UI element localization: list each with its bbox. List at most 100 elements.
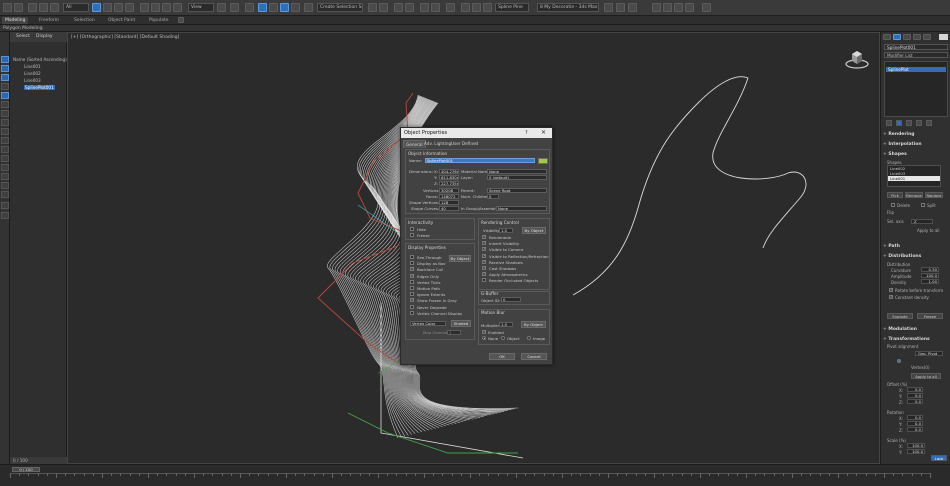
- pivot-align-widget[interactable]: [897, 359, 901, 363]
- curvature-field[interactable]: 0.30: [921, 267, 939, 272]
- render-prop-checkbox[interactable]: [482, 278, 486, 283]
- rect-selection-icon[interactable]: [114, 3, 123, 12]
- make-unique-icon[interactable]: [906, 120, 912, 126]
- explorer-item-line003[interactable]: Line003: [24, 78, 41, 83]
- shapes-filter-icon[interactable]: [1, 101, 9, 108]
- spinner-snap-icon[interactable]: [291, 3, 300, 12]
- display-prop-checkbox[interactable]: [410, 286, 414, 290]
- filter-icon[interactable]: [1, 202, 9, 209]
- display-all-icon[interactable]: [1, 74, 9, 81]
- explorer-tab-display[interactable]: Display: [36, 34, 53, 39]
- schematic-view-icon[interactable]: [431, 3, 440, 12]
- rollout-distributions[interactable]: Distributions: [883, 254, 949, 260]
- rollout-shapes[interactable]: Shapes: [883, 152, 949, 158]
- rollout-interpolation[interactable]: Interpolation: [883, 142, 949, 148]
- object-name-field[interactable]: Spline Pine: [495, 3, 529, 12]
- place-icon[interactable]: [173, 3, 182, 12]
- move-icon[interactable]: [140, 3, 149, 12]
- percent-snap-icon[interactable]: [280, 3, 289, 12]
- link-icon[interactable]: [28, 3, 37, 12]
- render-prop-checkbox[interactable]: ✓: [482, 247, 486, 252]
- scale-icon[interactable]: [162, 3, 171, 12]
- selection-filter-dropdown[interactable]: All: [63, 3, 89, 12]
- new-icon[interactable]: [685, 3, 694, 12]
- display-prop-checkbox[interactable]: [410, 261, 414, 266]
- create-tab-icon[interactable]: [883, 34, 891, 40]
- mirror-icon[interactable]: [368, 3, 377, 12]
- explorer-header-name[interactable]: Name (Sorted Ascending): [13, 57, 67, 62]
- align-icon[interactable]: [379, 3, 388, 12]
- remove-modifier-icon[interactable]: [916, 120, 922, 126]
- render-prop-checkbox[interactable]: ✓: [482, 253, 486, 258]
- multiplier-field[interactable]: 1.0: [499, 322, 513, 327]
- command-object-name[interactable]: SplinePlot001: [884, 44, 948, 50]
- redo-icon[interactable]: [14, 3, 23, 12]
- explorer-item-line002[interactable]: Line002: [24, 71, 41, 76]
- rollout-rendering[interactable]: Rendering: [883, 132, 949, 138]
- apply-to-all-label[interactable]: Apply to all: [917, 228, 940, 233]
- split-checkbox[interactable]: [921, 203, 925, 207]
- rotate-icon[interactable]: [151, 3, 160, 12]
- cameras-filter-icon[interactable]: [1, 119, 9, 126]
- rollout-transformations[interactable]: Transformations: [883, 337, 949, 343]
- groups-filter-icon[interactable]: [1, 146, 9, 153]
- stack-item-splineplot[interactable]: SplinePlot: [886, 67, 946, 72]
- freeze-checkbox[interactable]: [410, 233, 414, 237]
- unlink-icon[interactable]: [39, 3, 48, 12]
- display-prop-checkbox[interactable]: ✓: [410, 267, 414, 272]
- select-object-icon[interactable]: [92, 3, 101, 12]
- render-prop-checkbox[interactable]: ✓: [482, 259, 486, 264]
- render-prop-checkbox[interactable]: ✓: [482, 266, 486, 270]
- object-color-swatch[interactable]: [939, 34, 948, 40]
- pick-button[interactable]: Pick: [887, 192, 903, 198]
- select-mode-icon[interactable]: [1, 56, 9, 63]
- rendering-by-object-button[interactable]: By Object: [522, 227, 546, 234]
- shapes-list[interactable]: Line002 Line003 Line001: [887, 165, 941, 187]
- pivot-align-dropdown[interactable]: Geo. Pivot: [915, 351, 943, 356]
- explorer-item-line001[interactable]: Line001: [24, 64, 41, 69]
- display-tab-icon[interactable]: [923, 34, 931, 40]
- map-channel-field[interactable]: 1: [447, 330, 461, 335]
- constant-density-checkbox[interactable]: ✓: [889, 295, 893, 299]
- offset-z-field[interactable]: 0.0: [907, 399, 923, 404]
- ribbon-tab-object-paint[interactable]: Object Paint: [105, 17, 138, 24]
- tab-user-defined[interactable]: User Defined: [449, 140, 480, 147]
- bones-filter-icon[interactable]: [1, 164, 9, 171]
- dialog-help-button[interactable]: ?: [525, 128, 528, 138]
- edit-named-selection-icon[interactable]: [304, 3, 313, 12]
- dialog-close-button[interactable]: ✕: [541, 128, 546, 138]
- display-prop-checkbox[interactable]: [410, 310, 414, 315]
- rot-y-field[interactable]: 0.0: [907, 421, 923, 426]
- ribbon-options-icon[interactable]: [178, 17, 184, 23]
- show-end-result-icon[interactable]: [896, 120, 902, 126]
- pin-stack-icon[interactable]: [886, 120, 892, 126]
- undo-icon[interactable]: [3, 3, 12, 12]
- configure-sets-icon[interactable]: [926, 120, 932, 126]
- shape-item-selected[interactable]: Line001: [888, 176, 940, 181]
- select-manipulate-icon[interactable]: [230, 3, 239, 12]
- angle-snap-icon[interactable]: [269, 3, 278, 12]
- blur-image-radio[interactable]: [527, 336, 531, 340]
- blur-none-radio[interactable]: [482, 336, 486, 340]
- maximize-viewport-icon[interactable]: [702, 3, 711, 12]
- invert-display-icon[interactable]: [1, 83, 9, 90]
- display-none-icon[interactable]: [1, 65, 9, 72]
- modify-tab-icon[interactable]: [893, 34, 901, 40]
- spacewarps-filter-icon[interactable]: [1, 137, 9, 144]
- ribbon-subpanel-label[interactable]: Polygon Modeling: [3, 25, 43, 32]
- xrefs-filter-icon[interactable]: [1, 155, 9, 162]
- motion-tab-icon[interactable]: [913, 34, 921, 40]
- workspace-dropdown[interactable]: 8 My Decoratie - 3ds Max 2017: [537, 3, 599, 12]
- keyboard-shortcut-icon[interactable]: [245, 3, 254, 12]
- hide-checkbox[interactable]: [410, 227, 414, 231]
- time-slider[interactable]: 0 / 100: [12, 467, 40, 472]
- explorer-tab-select[interactable]: Select: [16, 34, 30, 39]
- motion-blur-enabled-checkbox[interactable]: ✓: [482, 330, 486, 334]
- display-prop-checkbox[interactable]: [410, 292, 414, 297]
- lock-scale-button[interactable]: Lock: [931, 455, 947, 461]
- rotate-before-checkbox[interactable]: ✓: [889, 288, 893, 292]
- offset-y-field[interactable]: 0.0: [907, 393, 923, 398]
- scale-x-field[interactable]: 100.0: [907, 443, 925, 448]
- search-icon[interactable]: [616, 3, 625, 12]
- explode-button[interactable]: Explode: [887, 313, 913, 319]
